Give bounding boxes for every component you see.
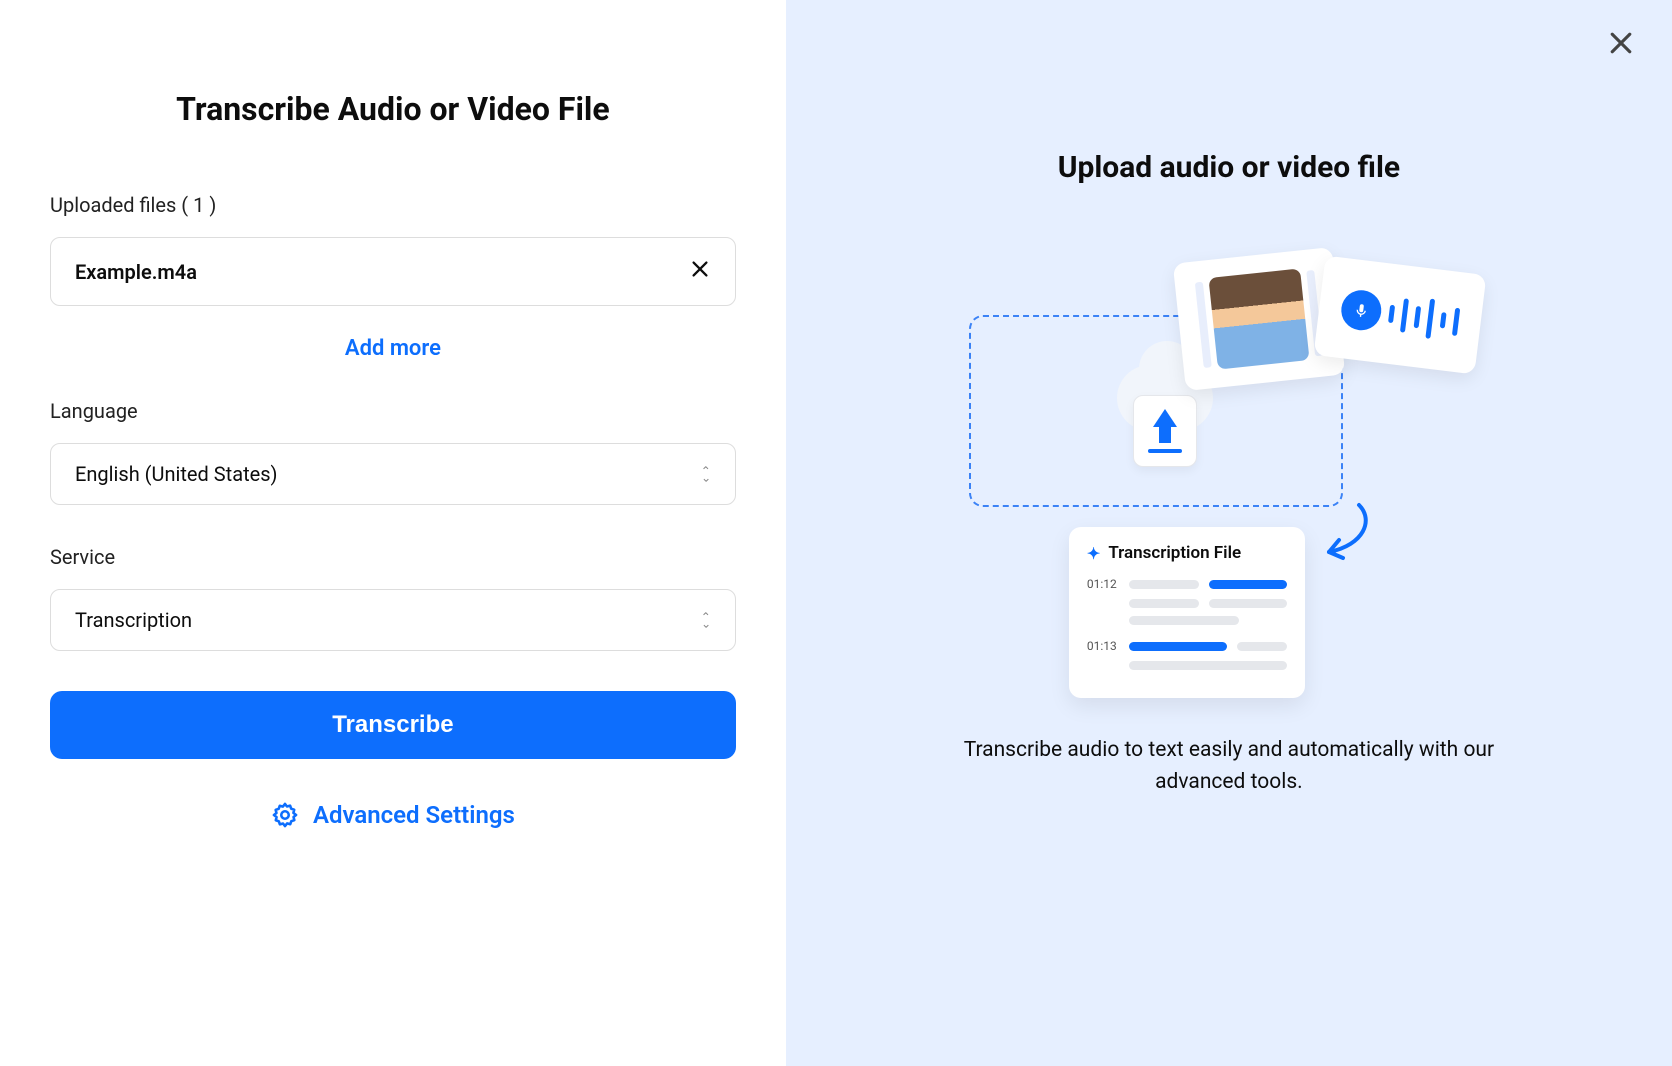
person-photo — [1208, 268, 1309, 369]
timestamp: 01:12 — [1087, 577, 1119, 591]
service-label: Service — [50, 545, 736, 569]
gear-icon — [271, 801, 299, 829]
sparkle-icon: ✦ — [1087, 544, 1100, 563]
close-dialog-button[interactable] — [1606, 28, 1636, 62]
page-title: Transcribe Audio or Video File — [176, 90, 610, 128]
close-icon — [689, 258, 711, 280]
language-value: English (United States) — [75, 462, 278, 486]
language-select[interactable]: English (United States) ⌃⌃ — [50, 443, 736, 505]
service-select[interactable]: Transcription ⌃⌃ — [50, 589, 736, 651]
remove-file-button[interactable] — [689, 258, 711, 285]
add-more-link[interactable]: Add more — [50, 336, 736, 361]
upload-illustration: ✦ Transcription File 01:12 01:13 — [969, 245, 1489, 695]
transcription-card-title: Transcription File — [1108, 543, 1241, 563]
transcription-file-card: ✦ Transcription File 01:12 01:13 — [1069, 527, 1305, 698]
chevron-up-down-icon: ⌃⌃ — [701, 468, 711, 480]
file-name: Example.m4a — [75, 260, 197, 284]
right-panel-description: Transcribe audio to text easily and auto… — [959, 735, 1499, 798]
audio-waveform-card — [1313, 256, 1486, 375]
timestamp: 01:13 — [1087, 639, 1119, 653]
transcribe-button[interactable]: Transcribe — [50, 691, 736, 759]
close-icon — [1606, 28, 1636, 58]
advanced-settings-link[interactable]: Advanced Settings — [50, 801, 736, 829]
uploaded-files-label: Uploaded files ( 1 ) — [50, 193, 736, 217]
chevron-up-down-icon: ⌃⌃ — [701, 614, 711, 626]
microphone-icon — [1339, 288, 1384, 333]
advanced-settings-label: Advanced Settings — [313, 801, 515, 829]
service-value: Transcription — [75, 608, 192, 632]
uploaded-file-chip: Example.m4a — [50, 237, 736, 306]
right-panel-title: Upload audio or video file — [1058, 150, 1400, 185]
arrow-icon — [1309, 500, 1379, 570]
upload-icon — [1133, 395, 1197, 467]
language-label: Language — [50, 399, 736, 423]
